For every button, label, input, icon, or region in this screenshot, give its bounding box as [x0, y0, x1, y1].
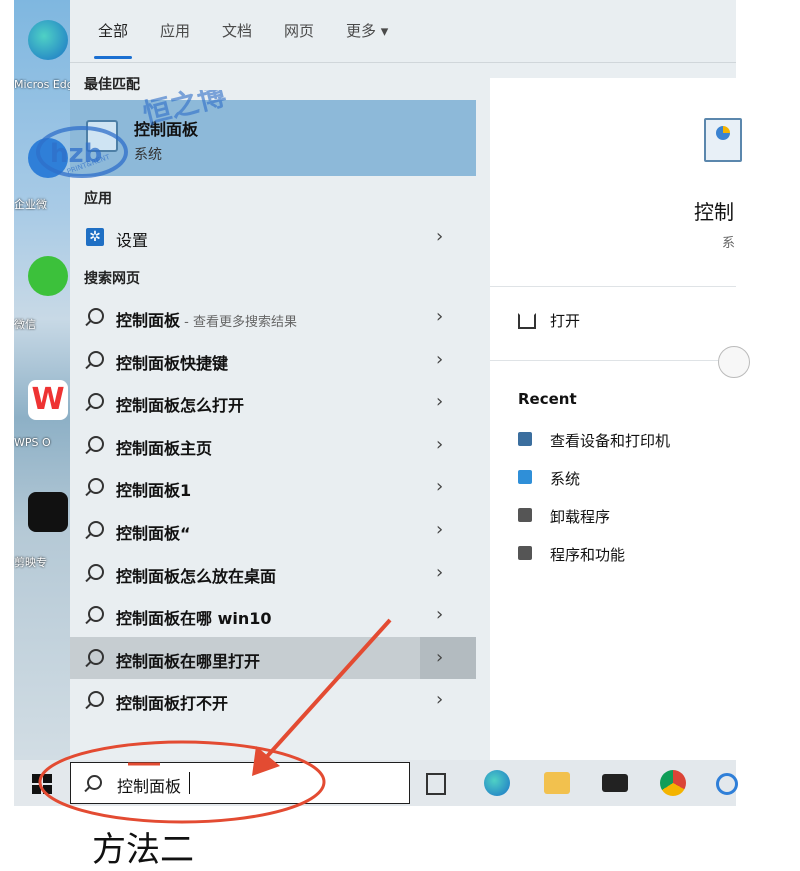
annotation-arrow-line	[260, 618, 392, 764]
caption-method-two: 方法二	[92, 830, 194, 870]
red-annotation	[38, 618, 392, 824]
annotation-circle	[38, 740, 326, 824]
